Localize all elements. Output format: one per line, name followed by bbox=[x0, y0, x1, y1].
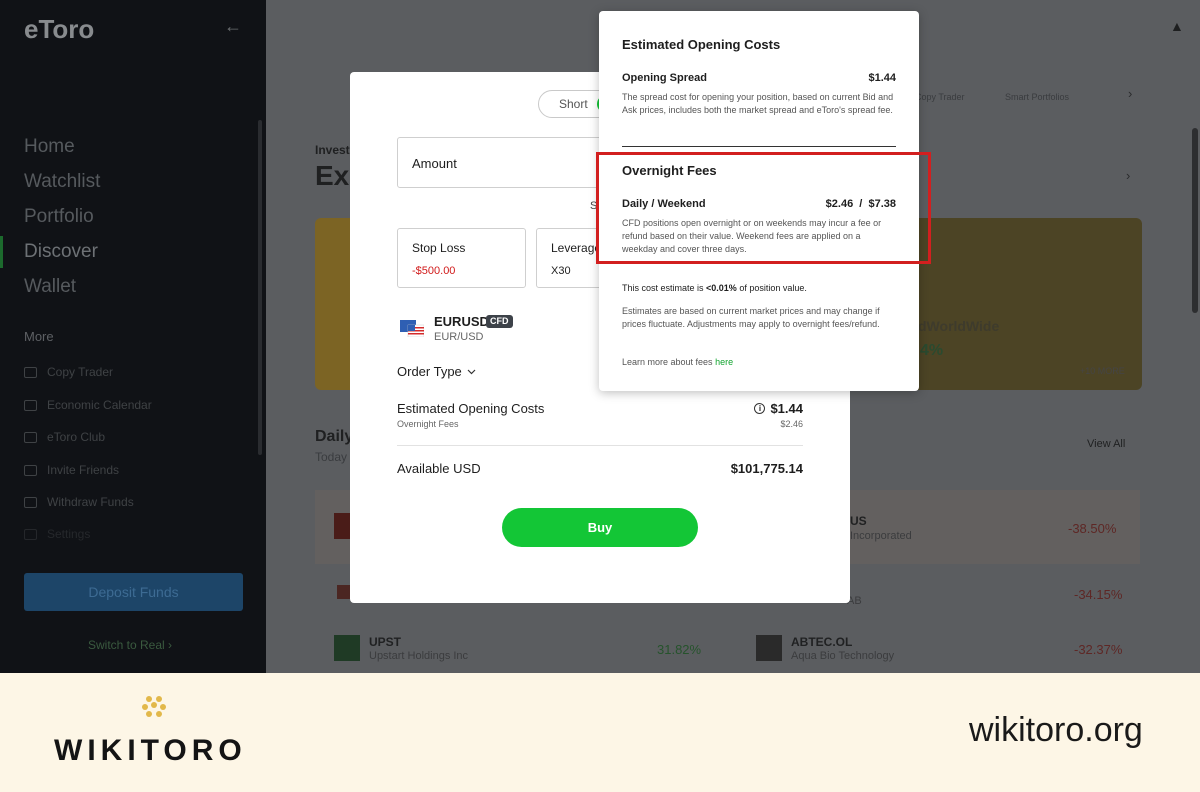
overnight-fees-value: $2.46 bbox=[780, 419, 803, 429]
change-pct: -38.50% bbox=[1068, 521, 1117, 536]
instrument-name: Aqua Bio Technology bbox=[791, 650, 895, 662]
copy-trader-icon bbox=[24, 366, 37, 378]
promo-card-pct: 4% bbox=[920, 342, 944, 359]
learn-more-link[interactable]: here bbox=[715, 357, 733, 367]
tab-smart-portfolios[interactable]: Smart Portfolios bbox=[1005, 92, 1069, 102]
nav-home[interactable]: Home bbox=[24, 136, 75, 158]
instrument-name: Incorporated bbox=[850, 530, 912, 542]
cost-estimate-note: This cost estimate is <0.01% of position… bbox=[622, 283, 807, 293]
eurusd-flag-icon bbox=[400, 320, 424, 337]
promo-card[interactable] bbox=[918, 218, 1142, 390]
divider bbox=[397, 445, 803, 446]
sidebar-item-economic-calendar[interactable]: Economic Calendar bbox=[24, 398, 152, 412]
ticker: ABTEC.OL bbox=[791, 635, 853, 649]
stop-loss-field[interactable]: Stop Loss -$500.00 bbox=[397, 228, 526, 288]
bell-icon[interactable]: ▲ bbox=[1170, 18, 1184, 34]
available-value: $101,775.14 bbox=[730, 461, 803, 476]
main-scrollbar[interactable] bbox=[1192, 128, 1198, 313]
collapse-arrow-icon[interactable]: ← bbox=[224, 16, 242, 37]
change-pct: 31.82% bbox=[657, 642, 702, 657]
popover-title: Estimated Opening Costs bbox=[622, 37, 781, 52]
sidebar-item-etoro-club[interactable]: eToro Club bbox=[24, 430, 105, 444]
note-prefix: This cost estimate is bbox=[622, 283, 707, 293]
opening-spread-label: Opening Spread bbox=[622, 72, 707, 84]
sidebar-item-label: Copy Trader bbox=[47, 365, 114, 379]
learn-more: Learn more about fees here bbox=[622, 356, 898, 369]
sidebar-item-label: Settings bbox=[47, 527, 91, 541]
stop-loss-value: -$500.00 bbox=[412, 265, 456, 277]
etoro-logo[interactable]: eToro bbox=[24, 14, 94, 45]
ticker: US bbox=[850, 514, 867, 528]
withdraw-icon bbox=[24, 496, 37, 508]
deposit-funds-button[interactable]: Deposit Funds bbox=[24, 573, 243, 611]
switch-to-real-link[interactable]: Switch to Real › bbox=[88, 638, 172, 652]
invite-icon bbox=[24, 464, 37, 476]
upst-logo bbox=[334, 635, 360, 661]
wikitoro-logo-icon bbox=[142, 696, 166, 717]
note-percent: <0.01% bbox=[706, 283, 737, 293]
est-costs-value: i $1.44 bbox=[754, 401, 803, 416]
info-icon[interactable]: i bbox=[754, 403, 766, 414]
disclaimer: Estimates are based on current market pr… bbox=[622, 306, 880, 329]
invest-label: Invest bbox=[315, 143, 350, 157]
opening-spread-desc: The spread cost for opening your positio… bbox=[622, 92, 894, 115]
order-type-dropdown[interactable]: Order Type bbox=[397, 364, 476, 379]
calendar-icon bbox=[24, 399, 37, 411]
chevron-right-icon[interactable]: › bbox=[1128, 86, 1132, 101]
promo-card-title: dWorldWide bbox=[918, 318, 1000, 334]
today-label: Today bbox=[315, 450, 348, 464]
sidebar-item-label: eToro Club bbox=[47, 430, 106, 444]
nav-discover[interactable]: Discover bbox=[24, 241, 98, 263]
sidebar-item-invite-friends[interactable]: Invite Friends bbox=[24, 463, 119, 477]
sidebar-item-copy-trader[interactable]: Copy Trader bbox=[24, 365, 113, 379]
overnight-fees-highlight bbox=[596, 152, 931, 264]
learn-more-text: Learn more about fees bbox=[622, 357, 716, 367]
sidebar: eToro ← Home Watchlist Portfolio Discove… bbox=[0, 0, 266, 673]
instrument-name: EUR/USD bbox=[434, 331, 484, 343]
ticker: UPST bbox=[369, 635, 402, 649]
tab-copy-trader[interactable]: Copy Trader bbox=[915, 92, 965, 102]
instrument-logo bbox=[337, 585, 351, 599]
chevron-right-icon[interactable]: › bbox=[1126, 168, 1130, 183]
toggle-short-label: Short bbox=[559, 97, 588, 111]
club-icon bbox=[24, 431, 37, 443]
est-costs-amount: $1.44 bbox=[770, 401, 803, 416]
active-indicator bbox=[0, 236, 3, 268]
wikitoro-url: wikitoro.org bbox=[969, 711, 1143, 749]
more-heading: More bbox=[24, 329, 54, 344]
buy-button[interactable]: Buy bbox=[502, 508, 698, 547]
divider bbox=[622, 146, 896, 147]
abtec-logo bbox=[756, 635, 782, 661]
order-type-label: Order Type bbox=[397, 364, 462, 379]
view-all-link[interactable]: View All bbox=[1087, 438, 1125, 450]
sidebar-item-label: Economic Calendar bbox=[47, 398, 152, 412]
nav-wallet[interactable]: Wallet bbox=[24, 276, 76, 298]
change-pct: -32.37% bbox=[1074, 642, 1123, 657]
nav-watchlist[interactable]: Watchlist bbox=[24, 171, 100, 193]
sidebar-item-withdraw-funds[interactable]: Withdraw Funds bbox=[24, 495, 134, 509]
cfd-badge: CFD bbox=[486, 315, 513, 328]
settings-icon bbox=[24, 528, 37, 540]
sidebar-item-settings[interactable]: Settings bbox=[24, 527, 90, 541]
instrument-name: Upstart Holdings Inc bbox=[369, 650, 469, 662]
daily-movers-heading: Daily bbox=[315, 428, 354, 445]
wikitoro-brand: WIKITORO bbox=[54, 734, 247, 767]
leverage-label: Leverage bbox=[551, 241, 602, 255]
leverage-value: X30 bbox=[551, 265, 571, 277]
stop-loss-label: Stop Loss bbox=[412, 241, 466, 255]
amount-label: Amount bbox=[412, 156, 457, 171]
promo-card-more: +10 MORE bbox=[1080, 366, 1125, 376]
chevron-down-icon bbox=[467, 369, 476, 374]
note-suffix: of position value. bbox=[736, 283, 807, 293]
opening-spread-value: $1.44 bbox=[868, 72, 896, 84]
est-costs-label: Estimated Opening Costs bbox=[397, 401, 545, 416]
sidebar-item-label: Invite Friends bbox=[47, 463, 120, 477]
overnight-fees-label: Overnight Fees bbox=[397, 419, 459, 429]
change-pct: -34.15% bbox=[1074, 587, 1123, 602]
sidebar-item-label: Withdraw Funds bbox=[47, 495, 134, 509]
available-label: Available USD bbox=[397, 461, 481, 476]
instrument-symbol: EURUSD bbox=[434, 314, 489, 329]
nav-portfolio[interactable]: Portfolio bbox=[24, 206, 94, 228]
sidebar-scrollbar[interactable] bbox=[258, 120, 262, 455]
